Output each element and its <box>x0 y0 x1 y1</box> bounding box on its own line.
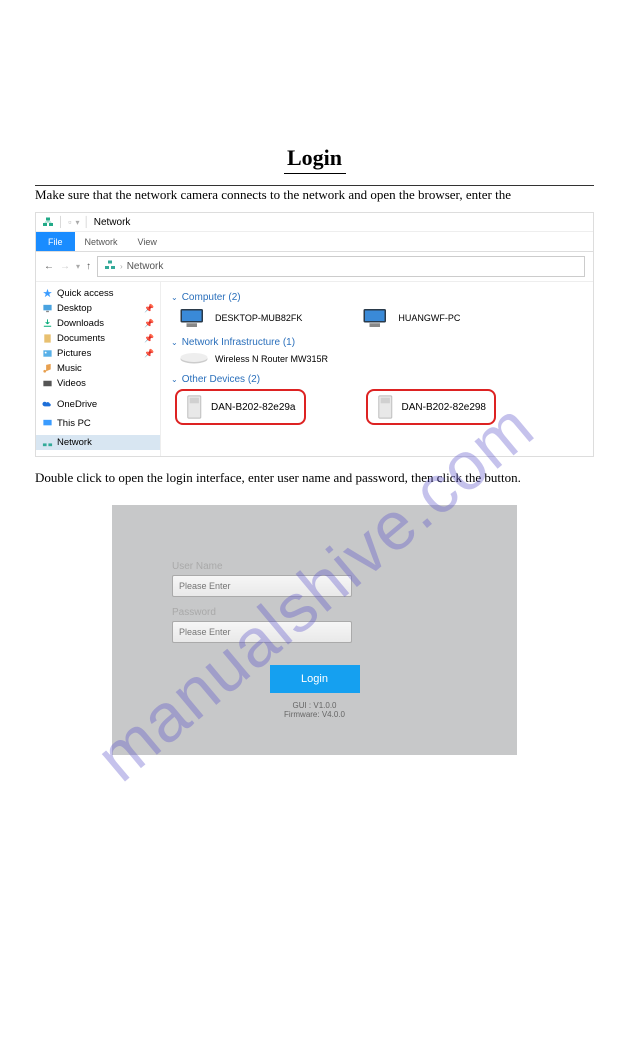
password-label: Password <box>172 607 457 618</box>
sidebar-item-label: This PC <box>57 418 91 429</box>
sidebar-item-label: Downloads <box>57 318 104 329</box>
breadcrumb-sep: › <box>120 262 123 271</box>
pin-icon: 📌 <box>144 349 154 358</box>
sidebar-item-label: Documents <box>57 333 105 344</box>
intro-text-1: Make sure that the network camera connec… <box>35 186 594 204</box>
downloads-icon <box>42 318 53 329</box>
username-input[interactable] <box>172 575 352 597</box>
title-bar-location: Network <box>94 217 131 228</box>
section-title: Login <box>284 145 346 174</box>
documents-icon <box>42 333 53 344</box>
device-label: DESKTOP-MUB82FK <box>215 313 302 323</box>
tab-network[interactable]: Network <box>75 232 128 251</box>
tab-view[interactable]: View <box>128 232 167 251</box>
highlighted-device[interactable]: DAN-B202-82e298 <box>366 389 497 425</box>
music-icon <box>42 363 53 374</box>
group-label: Computer (2) <box>182 292 241 303</box>
group-label: Other Devices (2) <box>182 374 260 385</box>
router-icon <box>179 352 209 366</box>
navigation-sidebar: Quick access Desktop 📌 Downloads 📌 Documen… <box>36 282 161 456</box>
device-label: DAN-B202-82e29a <box>211 402 296 413</box>
group-other-devices[interactable]: ⌄ Other Devices (2) <box>171 374 583 385</box>
sidebar-music[interactable]: Music <box>36 361 160 376</box>
sidebar-desktop[interactable]: Desktop 📌 <box>36 301 160 316</box>
sidebar-pictures[interactable]: Pictures 📌 <box>36 346 160 361</box>
network-icon <box>104 259 116 274</box>
nas-device-icon <box>185 394 205 420</box>
breadcrumb-text: Network <box>127 261 164 272</box>
computer-item[interactable]: DESKTOP-MUB82FK <box>179 307 302 329</box>
group-infrastructure[interactable]: ⌄ Network Infrastructure (1) <box>171 337 583 348</box>
password-input[interactable] <box>172 621 352 643</box>
sidebar-item-label: Music <box>57 363 82 374</box>
computer-item[interactable]: HUANGWF-PC <box>362 307 460 329</box>
sidebar-videos[interactable]: Videos <box>36 376 160 391</box>
sidebar-quick-access[interactable]: Quick access <box>36 286 160 301</box>
sidebar-downloads[interactable]: Downloads 📌 <box>36 316 160 331</box>
username-label: User Name <box>172 561 457 572</box>
title-bar-dropdown[interactable]: ▾ <box>75 218 79 227</box>
nav-up-icon[interactable]: ↑ <box>86 261 91 272</box>
videos-icon <box>42 378 53 389</box>
star-icon <box>42 288 53 299</box>
window-title-bar: │ ▫ ▾ │ Network <box>36 213 593 232</box>
login-panel: User Name Password Login GUI : V1.0.0 Fi… <box>112 505 517 755</box>
nas-device-icon <box>376 394 396 420</box>
sidebar-item-label: OneDrive <box>57 399 97 410</box>
pin-icon: 📌 <box>144 304 154 313</box>
title-bar-sep: │ <box>58 217 64 228</box>
chevron-down-icon: ⌄ <box>171 375 178 384</box>
ribbon-tabs: File Network View <box>36 232 593 252</box>
firmware-version: Firmware: V4.0.0 <box>172 710 457 719</box>
login-button[interactable]: Login <box>270 665 360 693</box>
pin-icon: 📌 <box>144 319 154 328</box>
sidebar-item-label: Quick access <box>57 288 114 299</box>
intro-text-2: Double click to open the login interface… <box>35 469 594 487</box>
file-explorer-window: │ ▫ ▾ │ Network File Network View ← → ▾ … <box>35 212 594 457</box>
device-label: Wireless N Router MW315R <box>215 354 328 364</box>
sidebar-item-label: Videos <box>57 378 86 389</box>
title-bar-icon2: ▫ <box>68 217 71 227</box>
address-bar[interactable]: › Network <box>97 256 585 277</box>
nav-back-icon[interactable]: ← <box>44 261 54 272</box>
breadcrumb-bar: ← → ▾ ↑ › Network <box>36 252 593 282</box>
group-label: Network Infrastructure (1) <box>182 337 295 348</box>
sidebar-item-label: Desktop <box>57 303 92 314</box>
sidebar-this-pc[interactable]: This PC <box>36 416 160 431</box>
device-label: DAN-B202-82e298 <box>402 402 487 413</box>
sidebar-item-label: Pictures <box>57 348 91 359</box>
gui-version: GUI : V1.0.0 <box>172 701 457 710</box>
nav-dropdown-icon[interactable]: ▾ <box>76 262 80 271</box>
desktop-icon <box>42 303 53 314</box>
computer-icon <box>362 307 392 329</box>
highlighted-device[interactable]: DAN-B202-82e29a <box>175 389 306 425</box>
computer-icon <box>179 307 209 329</box>
chevron-down-icon: ⌄ <box>171 338 178 347</box>
group-computer[interactable]: ⌄ Computer (2) <box>171 292 583 303</box>
network-icon <box>42 437 53 448</box>
title-bar-sep2: │ <box>83 217 89 228</box>
tab-file[interactable]: File <box>36 232 75 251</box>
sidebar-documents[interactable]: Documents 📌 <box>36 331 160 346</box>
pin-icon: 📌 <box>144 334 154 343</box>
router-item[interactable]: Wireless N Router MW315R <box>179 352 328 366</box>
sidebar-onedrive[interactable]: OneDrive <box>36 397 160 412</box>
onedrive-icon <box>42 399 53 410</box>
nav-forward-icon[interactable]: → <box>60 261 70 272</box>
pictures-icon <box>42 348 53 359</box>
sidebar-item-label: Network <box>57 437 92 448</box>
device-label: HUANGWF-PC <box>398 313 460 323</box>
this-pc-icon <box>42 418 53 429</box>
content-pane: ⌄ Computer (2) DESKTOP-MUB82FK HUANGWF-P… <box>161 282 593 456</box>
sidebar-network[interactable]: Network <box>36 435 160 450</box>
chevron-down-icon: ⌄ <box>171 293 178 302</box>
network-icon <box>42 216 54 228</box>
